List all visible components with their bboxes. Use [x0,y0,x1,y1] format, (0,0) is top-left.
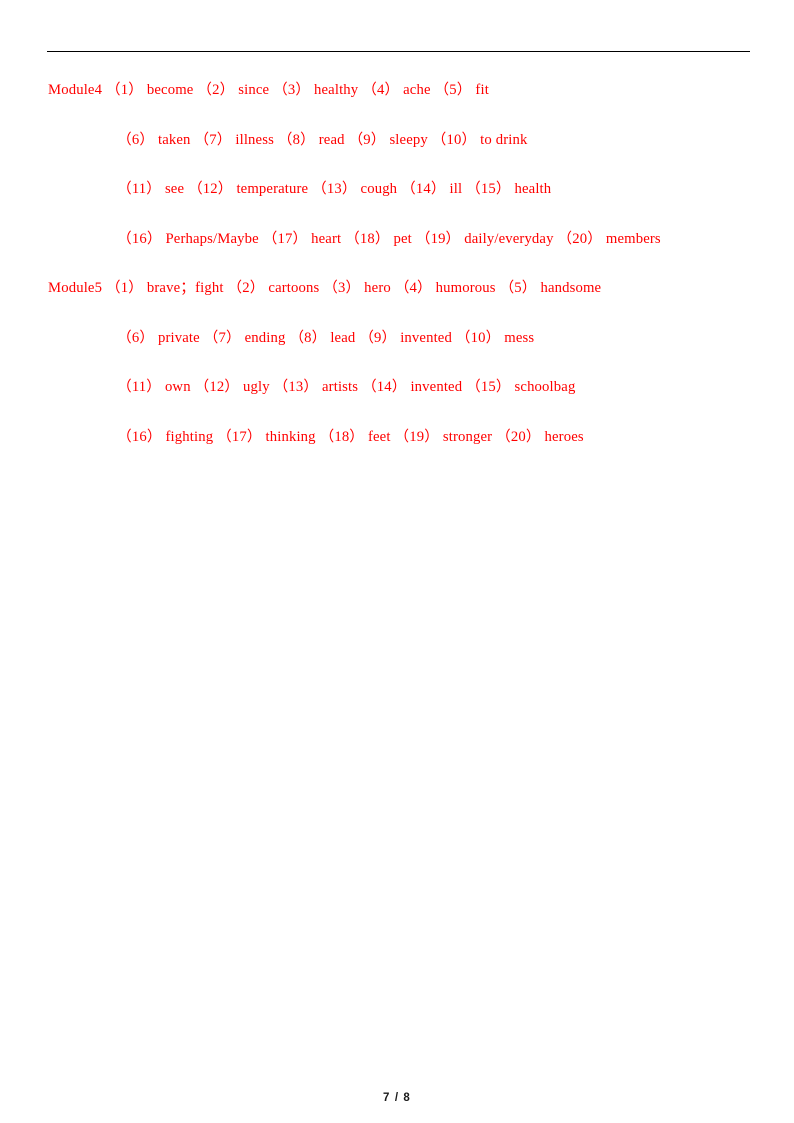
answer-section-module4: Module4 （1） become （2） since （3） healthy… [0,66,794,264]
page-header [0,0,794,56]
answer-line: （6） private （7） ending （8） lead （9） inve… [117,329,535,346]
answer-key-content: Module4 （1） become （2） since （3） healthy… [0,66,794,462]
answer-section-module5: Module5 （1） brave；fight （2） cartoons （3）… [0,264,794,462]
page-footer: 7 / 8 [0,1088,794,1106]
answer-line: （16） fighting （17） thinking （18） feet （1… [117,428,584,445]
answer-line: Module4 （1） become （2） since （3） healthy… [48,82,489,98]
answer-line: （11） own （12） ugly （13） artists （14） inv… [117,379,576,395]
answer-line: （16） Perhaps/Maybe （17） heart （18） pet （… [117,230,661,247]
answer-line: （6） taken （7） illness （8） read （9） sleep… [117,131,528,148]
page-number: 7 / 8 [383,1092,411,1104]
document-page: Module4 （1） become （2） since （3） healthy… [0,0,794,1123]
answer-line: Module5 （1） brave；fight （2） cartoons （3）… [48,280,602,296]
header-divider [47,51,750,52]
answer-line: （11） see （12） temperature （13） cough （14… [117,181,552,197]
